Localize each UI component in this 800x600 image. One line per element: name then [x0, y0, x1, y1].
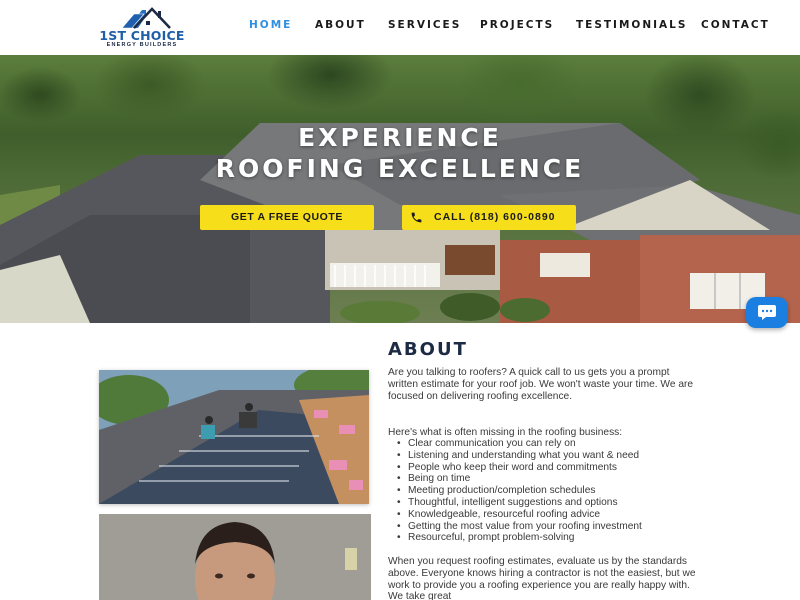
- about-missing-list: Clear communication you can rely on List…: [395, 438, 695, 544]
- get-free-quote-button[interactable]: GET A FREE QUOTE: [200, 205, 374, 230]
- list-item: People who keep their word and commitmen…: [395, 462, 695, 474]
- roofers-working-photo: [99, 370, 369, 504]
- about-closing-paragraph: When you request roofing estimates, eval…: [388, 556, 696, 600]
- list-item: Clear communication you can rely on: [395, 438, 695, 450]
- hero-title-line1: EXPERIENCE: [298, 123, 502, 152]
- nav-contact[interactable]: CONTACT: [701, 19, 770, 31]
- nav-projects[interactable]: PROJECTS: [480, 19, 554, 31]
- nav-testimonials[interactable]: TESTIMONIALS: [576, 19, 687, 31]
- main-nav: HOME ABOUT SERVICES PROJECTS TESTIMONIAL…: [0, 19, 800, 35]
- call-phone-button[interactable]: CALL (818) 600-0890: [402, 205, 576, 230]
- logo-tagline: ENERGY BUILDERS: [106, 42, 178, 48]
- nav-home[interactable]: HOME: [249, 19, 292, 31]
- list-item: Meeting production/completion schedules: [395, 485, 695, 497]
- list-item: Resourceful, prompt problem-solving: [395, 532, 695, 544]
- hero-house-image: [0, 123, 800, 323]
- chat-widget-button[interactable]: [746, 297, 788, 328]
- list-item: Knowledgeable, resourceful roofing advic…: [395, 509, 695, 521]
- team-member-photo: [99, 514, 371, 600]
- nav-about[interactable]: ABOUT: [315, 19, 366, 31]
- phone-icon: [411, 212, 422, 223]
- chat-bubble-icon: [758, 305, 776, 320]
- site-header: 1ST CHOICE ENERGY BUILDERS HOME ABOUT SE…: [0, 0, 800, 55]
- list-item: Being on time: [395, 473, 695, 485]
- call-button-label: CALL (818) 600-0890: [434, 211, 556, 223]
- about-intro-paragraph: Are you talking to roofers? A quick call…: [388, 367, 694, 402]
- about-heading: ABOUT: [388, 339, 468, 360]
- list-item: Getting the most value from your roofing…: [395, 521, 695, 533]
- list-item: Listening and understanding what you wan…: [395, 450, 695, 462]
- list-item: Thoughtful, intelligent suggestions and …: [395, 497, 695, 509]
- hero-banner: EXPERIENCE ROOFING EXCELLENCE GET A FREE…: [0, 55, 800, 323]
- hero-title-line2: ROOFING EXCELLENCE: [215, 154, 585, 183]
- nav-services[interactable]: SERVICES: [388, 19, 461, 31]
